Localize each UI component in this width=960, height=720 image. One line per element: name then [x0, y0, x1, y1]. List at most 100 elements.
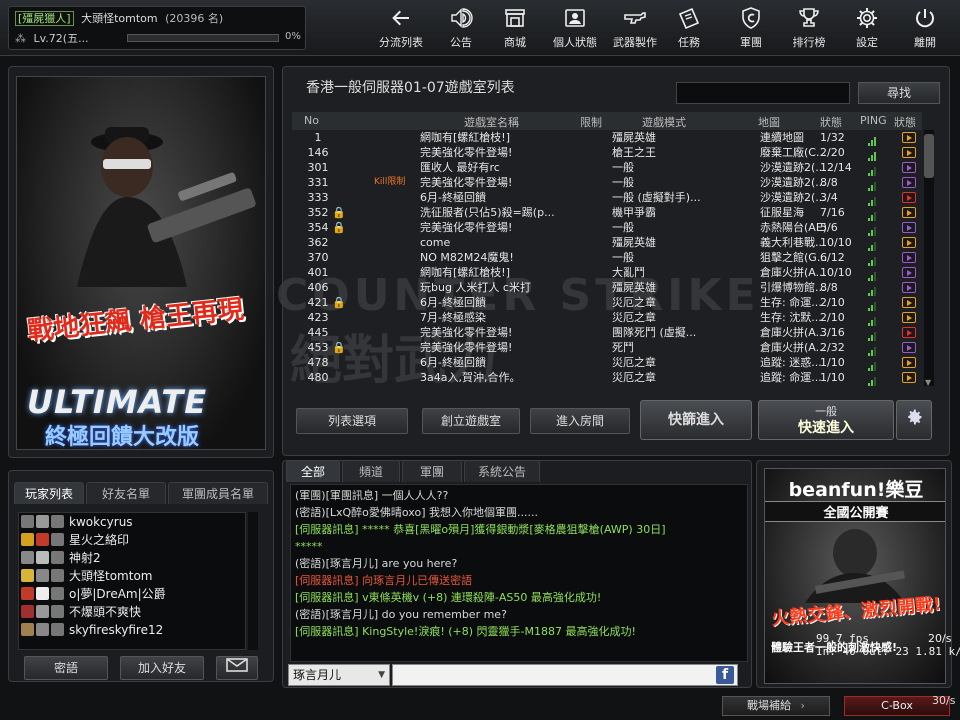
- quick-filter-join-button[interactable]: 快篩進入: [640, 400, 752, 440]
- room-mode: 死鬥: [612, 341, 634, 354]
- bottom-rate: 30/s: [932, 694, 956, 707]
- list-options-button[interactable]: 列表選項: [296, 408, 408, 434]
- player-list-item[interactable]: o|夢|DreAm|公爵: [19, 585, 245, 603]
- room-row[interactable]: 352 🔒 洗征服者(只佔5)殺=踢(p... 機甲爭霸 征服星海 7/16: [292, 205, 922, 221]
- soldier-illustration-icon: [77, 127, 256, 287]
- col-state[interactable]: 狀態: [894, 114, 916, 130]
- room-number: 333: [307, 191, 329, 204]
- nav-ticket[interactable]: 任務: [664, 6, 714, 52]
- player-list-scrollbar[interactable]: [248, 512, 258, 650]
- room-players: 12/14: [820, 161, 852, 174]
- room-players: 8/8: [820, 176, 838, 189]
- player-list-name: 星火之絡印: [69, 533, 130, 547]
- room-search-button[interactable]: 尋找: [858, 82, 940, 104]
- room-state-icon: [902, 207, 916, 218]
- tab-chat-system[interactable]: 系統公告: [464, 460, 540, 482]
- room-mode: 災厄之章: [612, 311, 656, 324]
- room-name: NO M82M24魔鬼!: [420, 251, 514, 264]
- tab-player-list[interactable]: 玩家列表: [14, 482, 84, 504]
- nav-label: 排行榜: [792, 36, 826, 49]
- room-row[interactable]: 401 網咖有[螺紅槍枝!] 大亂鬥 倉庫火拼(A... 10/10: [292, 265, 922, 281]
- room-mode: 一般: [612, 221, 634, 234]
- facebook-icon[interactable]: f: [716, 666, 734, 684]
- tab-friend-list[interactable]: 好友名單: [86, 482, 166, 504]
- nav-trophy[interactable]: 排行榜: [784, 6, 834, 52]
- col-status[interactable]: 狀態: [820, 114, 842, 130]
- tab-chat-clan[interactable]: 軍團: [402, 460, 462, 482]
- ticket-icon: [678, 7, 700, 30]
- ping-bars-icon: [868, 190, 888, 206]
- room-row[interactable]: 1 網咖有[螺紅槍枝!] 殭屍英雄 連續地圖 1/32: [292, 130, 922, 146]
- room-state-icon: [902, 372, 916, 383]
- room-search-input[interactable]: [676, 82, 850, 104]
- ad-subtitle: 全國公開賽: [765, 501, 945, 522]
- room-row[interactable]: 146 完美強化零件登場! 槍王之王 廢棄工廠(C... 2/20: [292, 145, 922, 161]
- nav-gun[interactable]: 武器製作: [610, 6, 660, 52]
- chat-input[interactable]: [392, 664, 738, 686]
- nav-profile-card[interactable]: 個人狀態: [550, 6, 600, 52]
- quick-start-button[interactable]: 一般 快速進入: [758, 400, 894, 440]
- player-list-item[interactable]: 不爆頭不爽快: [19, 603, 245, 621]
- room-row[interactable]: 478 6月-終極回饋 災厄之章 追蹤: 迷惑... 1/10: [292, 355, 922, 371]
- rank-badge-icon: [21, 551, 65, 565]
- room-row[interactable]: 333 6月-終極回饋 一般 (虛擬對手)... 沙漠遺跡2(... 3/4: [292, 190, 922, 206]
- room-row[interactable]: 331 Kill限制 完美強化零件登場! 一般 沙漠遺跡2(... 8/8: [292, 175, 922, 191]
- room-mode: 災厄之章: [612, 296, 656, 309]
- col-map[interactable]: 地圖: [758, 114, 780, 130]
- ping-bars-icon: [868, 325, 888, 341]
- room-row[interactable]: 423 7月-終極感染 災厄之章 生存: 沈默... 2/10: [292, 310, 922, 326]
- col-ping[interactable]: PING: [860, 114, 887, 127]
- room-mode: 一般: [612, 176, 634, 189]
- room-row[interactable]: 445 完美強化零件登場! 團隊死鬥 (虛擬... 倉庫火拼(A... 3/16: [292, 325, 922, 341]
- col-room-name[interactable]: 遊戲室名稱: [464, 114, 519, 130]
- create-room-button[interactable]: 創立遊戲室: [422, 408, 520, 434]
- room-number: 1: [314, 131, 322, 144]
- player-list-item[interactable]: kwokcyrus: [19, 513, 245, 531]
- nav-label: 商城: [504, 36, 526, 49]
- tab-chat-channel[interactable]: 頻道: [342, 460, 400, 482]
- room-list-scroll-thumb[interactable]: [924, 134, 934, 178]
- ad-brand: beanfun!樂豆: [788, 479, 924, 501]
- col-limit[interactable]: 限制: [580, 114, 602, 130]
- room-row[interactable]: 370 NO M82M24魔鬼! 一般 狙擊之館(G... 6/12: [292, 250, 922, 266]
- nav-gear[interactable]: 設定: [842, 6, 892, 52]
- col-mode[interactable]: 遊戲模式: [642, 114, 686, 130]
- player-list-item[interactable]: 神射2: [19, 549, 245, 567]
- mail-button[interactable]: [216, 656, 258, 680]
- whisper-button[interactable]: 密語: [24, 656, 108, 680]
- nav-power[interactable]: 離開: [900, 6, 950, 52]
- add-friend-button[interactable]: 加入好友: [120, 656, 204, 680]
- player-list-item[interactable]: skyfireskyfire12: [19, 621, 245, 639]
- room-number: 423: [307, 311, 329, 324]
- player-list-item[interactable]: 大頭怪tomtom: [19, 567, 245, 585]
- arrow-left-icon: [392, 10, 409, 26]
- room-table-header: No 遊戲室名稱 限制 遊戲模式 地圖 狀態 PING 狀態: [292, 112, 922, 130]
- quick-start-settings-button[interactable]: [896, 400, 932, 440]
- tab-chat-all[interactable]: 全部: [286, 460, 340, 482]
- room-row[interactable]: 354 🔒 完美強化零件登場! 一般 赤熱陽台(AE) 5/6: [292, 220, 922, 236]
- battlefield-supply-button[interactable]: 戰場補給 ›: [722, 696, 830, 716]
- tab-clan-members[interactable]: 軍團成員名單: [168, 482, 268, 504]
- scroll-down-icon[interactable]: ▼: [925, 378, 931, 387]
- col-no[interactable]: No: [304, 114, 319, 127]
- room-row[interactable]: 480 3a4a入,賀沖,合作。 災厄之章 追蹤: 命運... 1/10: [292, 370, 922, 386]
- room-row[interactable]: 421 🔒 6月-終極回饋 災厄之章 生存: 命運... 2/10: [292, 295, 922, 311]
- room-mode: 一般: [612, 161, 634, 174]
- shop-icon: [505, 9, 525, 27]
- nav-arrow-left[interactable]: 分流列表: [376, 6, 426, 52]
- room-state-icon: [902, 357, 916, 368]
- room-row[interactable]: 453 🔒 完美強化零件登場! 死鬥 倉庫火拼(A... 2/32: [292, 340, 922, 356]
- room-row[interactable]: 362 come 殭屍英雄 義大利巷戰... 10/10: [292, 235, 922, 251]
- room-row[interactable]: 301 匯收人 最好有rc 一般 沙漠遺跡2(... 12/14: [292, 160, 922, 176]
- nav-shop[interactable]: 商城: [490, 6, 540, 52]
- nav-speaker[interactable]: 公告: [436, 6, 486, 52]
- enter-room-button[interactable]: 進入房間: [530, 408, 630, 434]
- ping-bars-icon: [868, 340, 888, 356]
- promo-banner-image[interactable]: 戰地狂飆 槍王再現 ULTIMATE 終極回饋大改版: [16, 76, 266, 450]
- power-icon: [916, 9, 934, 28]
- room-mode: 災厄之章: [612, 371, 656, 384]
- room-row[interactable]: 406 玩bug 人米打人 c米打 殭屍英雄 引爆博物館... 8/8: [292, 280, 922, 296]
- chat-target-select[interactable]: 琢言月儿 ▼: [288, 664, 390, 686]
- nav-shield-c[interactable]: 軍團: [726, 6, 776, 52]
- player-list-item[interactable]: 星火之絡印: [19, 531, 245, 549]
